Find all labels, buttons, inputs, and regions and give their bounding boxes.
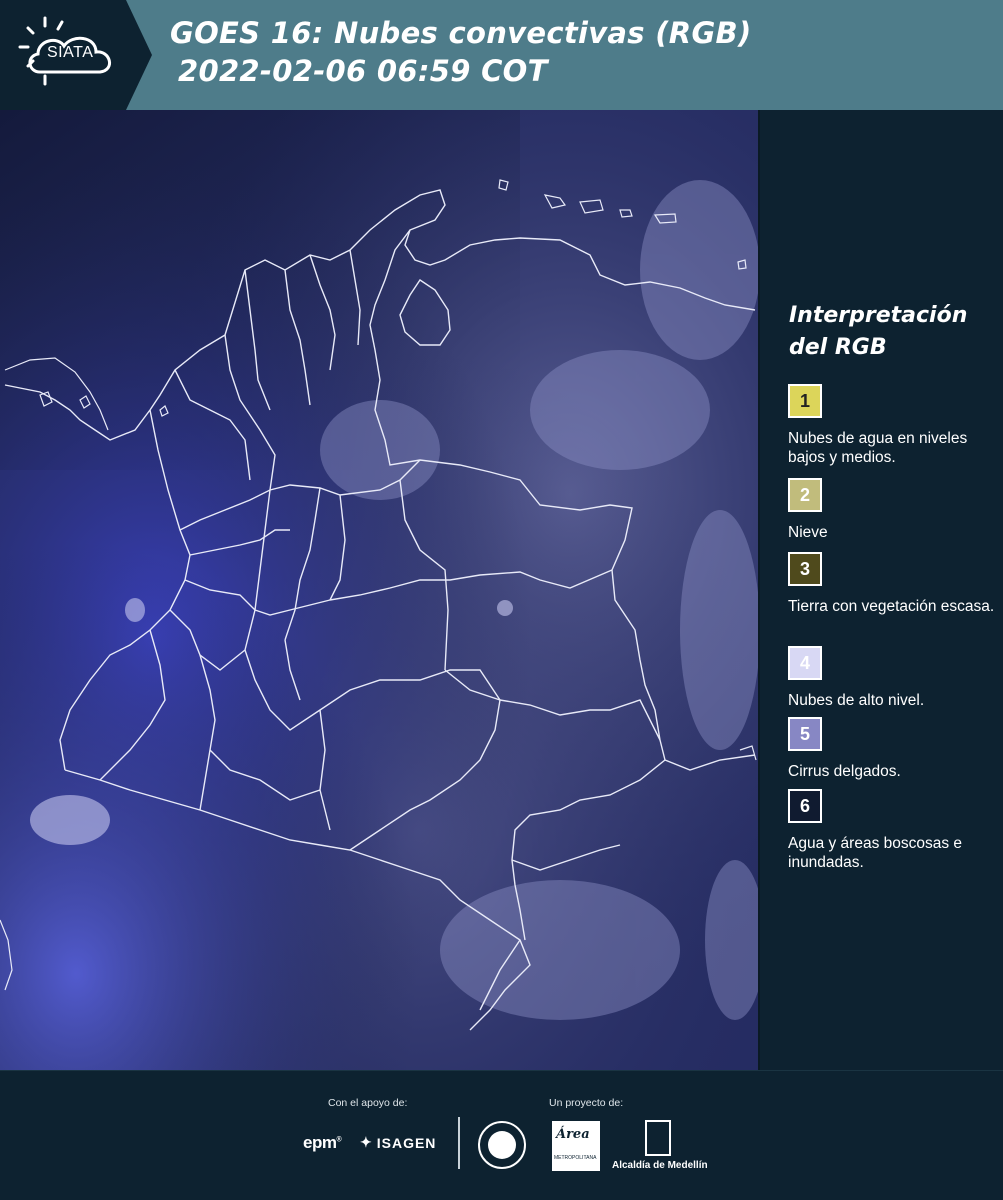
legend-title-line2: del RGB (789, 335, 887, 360)
epm-text: epm (303, 1133, 337, 1152)
legend-swatch-5: 5 (788, 717, 822, 751)
footer-divider (458, 1117, 460, 1169)
legend-number-3: 3 (799, 558, 810, 579)
legend-item-4: 4 Nubes de alto nivel. (788, 646, 998, 710)
legend-number-2: 2 (799, 484, 810, 505)
header-bar: GOES 16: Nubes convectivas (RGB) 2022-02… (0, 0, 1003, 110)
legend-number-6: 6 (799, 795, 810, 816)
isagen-text: ISAGEN (376, 1134, 437, 1151)
legend-label-4: Nubes de alto nivel. (788, 692, 925, 709)
legend-swatch-3: 3 (788, 552, 822, 586)
alcaldia-shield-icon (645, 1120, 671, 1156)
support-label: Con el apoyo de: (328, 1097, 408, 1109)
legend-swatch-6: 6 (788, 789, 822, 823)
title-product: GOES 16: Nubes convectivas (RGB) (170, 16, 752, 50)
legend-title-line1: Interpretación (789, 303, 968, 328)
legend-swatch-2: 2 (788, 478, 822, 512)
legend-swatch-1: 1 (788, 384, 822, 418)
legend-label-6: Agua y áreas boscosas e inundadas. (788, 835, 963, 871)
legend-swatch-4: 4 (788, 646, 822, 680)
legend-label-2: Nieve (788, 524, 828, 541)
page-title: GOES 16: Nubes convectivas (RGB) 2022-02… (170, 14, 752, 90)
alcaldia-text: Alcaldía de Medellín (612, 1160, 708, 1171)
legend-label-1: Nubes de agua en niveles bajos y medios. (788, 430, 968, 466)
legend-item-1: 1 Nubes de agua en niveles bajos y medio… (788, 384, 998, 467)
legend-item-5: 5 Cirrus delgados. (788, 717, 998, 781)
logo-text: SIATA (47, 44, 94, 61)
title-datetime: 2022-02-06 06:59 COT (178, 54, 548, 88)
legend-panel: Interpretación del RGB 1 Nubes de agua e… (760, 110, 1003, 1070)
footer: Con el apoyo de: Un proyecto de: epm® ✦ … (0, 1070, 1003, 1200)
area-logo-text: Área (556, 1127, 590, 1142)
isagen-icon: ✦ (360, 1134, 373, 1150)
legend-item-3: 3 Tierra con vegetación escasa. (788, 552, 998, 616)
project-label: Un proyecto de: (549, 1097, 624, 1109)
legend-number-4: 4 (799, 652, 810, 673)
area-logo-subtext: METROPOLITANA (554, 1155, 597, 1161)
legend-number-5: 5 (799, 723, 810, 744)
legend-label-3: Tierra con vegetación escasa. (788, 598, 995, 615)
legend-title: Interpretación del RGB (789, 300, 967, 364)
isagen-logo: ✦ ISAGEN (360, 1134, 436, 1151)
medellin-seal-icon (478, 1121, 526, 1169)
seal-center-icon (488, 1131, 516, 1159)
legend-label-5: Cirrus delgados. (788, 763, 901, 780)
satellite-map[interactable] (0, 110, 760, 1070)
legend-number-1: 1 (799, 390, 810, 411)
legend-item-2: 2 Nieve (788, 478, 998, 542)
epm-logo: epm® (303, 1133, 342, 1152)
legend-item-6: 6 Agua y áreas boscosas e inundadas. (788, 789, 998, 872)
